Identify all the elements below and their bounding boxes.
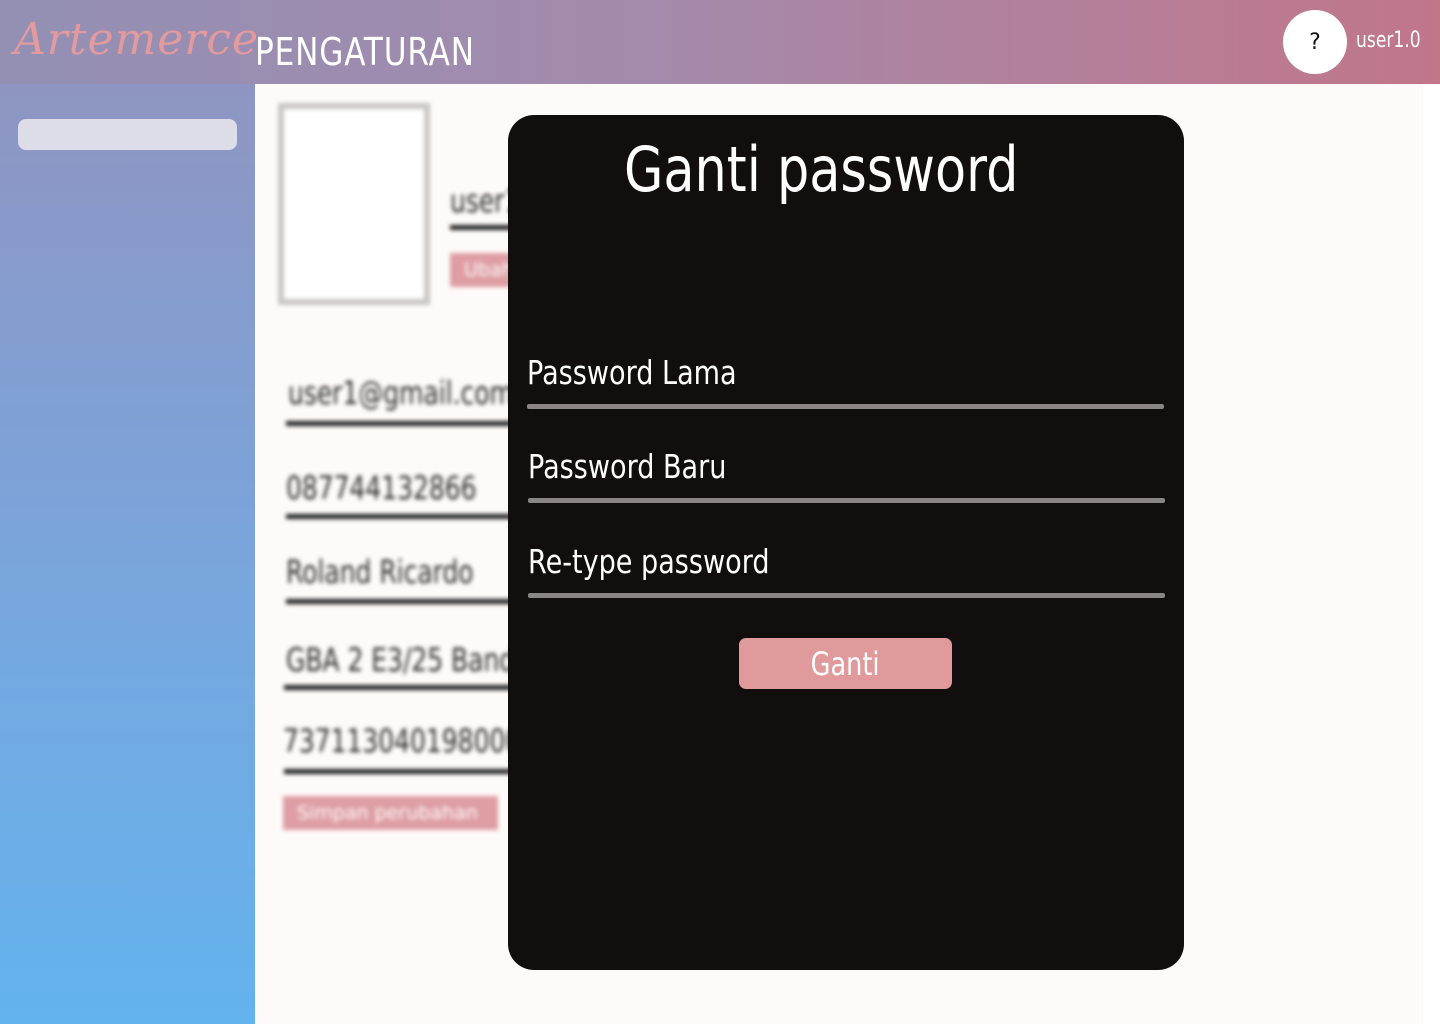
save-changes-button[interactable]: Simpan perubahan: [283, 796, 498, 830]
id-number-field[interactable]: 7371130401980003: [283, 722, 537, 760]
header-username[interactable]: user1.0: [1356, 28, 1421, 53]
retype-password-underline: [528, 593, 1165, 598]
sidebar-item[interactable]: [18, 119, 237, 150]
top-header: Artemerce PENGATURAN ? user1.0: [0, 0, 1440, 84]
submit-change-password-button[interactable]: Ganti: [739, 638, 952, 689]
retype-password-field: [528, 542, 1165, 598]
old-password-input[interactable]: [527, 353, 1164, 392]
help-icon: ?: [1309, 29, 1321, 55]
new-password-underline: [528, 498, 1165, 503]
page-title: PENGATURAN: [255, 30, 475, 74]
modal-title: Ganti password: [624, 133, 1019, 206]
email-field[interactable]: user1@gmail.com: [288, 374, 514, 412]
phone-field[interactable]: 087744132866: [286, 469, 477, 507]
retype-password-input[interactable]: [528, 542, 1165, 581]
name-field[interactable]: Roland Ricardo: [286, 553, 474, 591]
profile-avatar: [278, 103, 430, 305]
app-logo[interactable]: Artemerce: [14, 14, 259, 65]
old-password-field: [527, 353, 1164, 409]
sidebar: [0, 84, 255, 1024]
page-edge: [1423, 84, 1440, 1024]
new-password-input[interactable]: [528, 447, 1165, 486]
old-password-underline: [527, 404, 1164, 409]
help-button[interactable]: ?: [1283, 10, 1347, 74]
submit-button-label: Ganti: [811, 644, 880, 683]
new-password-field: [528, 447, 1165, 503]
change-password-modal: Ganti password Ganti: [508, 115, 1184, 970]
